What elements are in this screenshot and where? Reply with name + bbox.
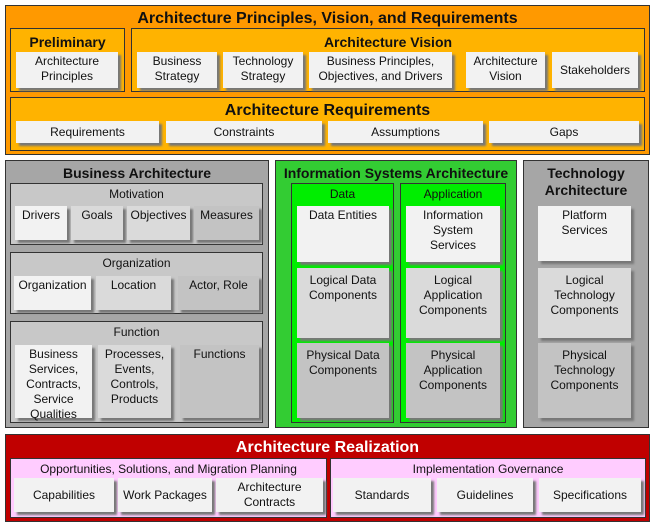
panel-title: Business Architecture: [62, 165, 212, 181]
box-physical-technology-components[interactable]: Physical Technology Components: [538, 343, 631, 418]
panel-title: Function: [113, 325, 160, 339]
box-measures[interactable]: Measures: [194, 206, 259, 240]
box-stakeholders[interactable]: Stakeholders: [552, 52, 638, 88]
panel-title: Technology Architecture: [544, 165, 628, 198]
panel-title: Architecture Requirements: [224, 102, 431, 119]
box-business-services[interactable]: Business Services, Contracts, Service Qu…: [15, 345, 92, 421]
box-logical-technology-components[interactable]: Logical Technology Components: [538, 268, 631, 338]
box-architecture-principles[interactable]: Architecture Principles: [16, 52, 118, 88]
box-processes[interactable]: Processes, Events, Controls, Products: [98, 345, 171, 418]
box-functions[interactable]: Functions: [180, 345, 259, 418]
box-objectives[interactable]: Objectives: [127, 206, 190, 240]
panel-title: Data: [329, 187, 356, 201]
box-assumptions[interactable]: Assumptions: [328, 121, 483, 143]
box-drivers[interactable]: Drivers: [15, 206, 67, 240]
box-constraints[interactable]: Constraints: [166, 121, 322, 143]
box-actor-role[interactable]: Actor, Role: [178, 276, 259, 310]
box-information-system-services[interactable]: Information System Services: [406, 206, 500, 262]
box-gaps[interactable]: Gaps: [489, 121, 639, 143]
panel-title: Architecture Principles, Vision, and Req…: [137, 10, 518, 27]
box-standards[interactable]: Standards: [333, 478, 431, 512]
box-technology-strategy[interactable]: Technology Strategy: [223, 52, 303, 88]
panel-title: Implementation Governance: [412, 462, 564, 476]
box-location[interactable]: Location: [96, 276, 171, 310]
box-organization[interactable]: Organization: [14, 276, 91, 310]
box-specifications[interactable]: Specifications: [539, 478, 641, 512]
box-business-strategy[interactable]: Business Strategy: [137, 52, 217, 88]
box-requirements[interactable]: Requirements: [16, 121, 159, 143]
panel-title: Information Systems Architecture: [283, 165, 509, 181]
box-architecture-contracts[interactable]: Architecture Contracts: [216, 478, 323, 512]
panel-title: Preliminary: [29, 34, 106, 50]
box-physical-application-components[interactable]: Physical Application Components: [406, 343, 500, 418]
panel-title: Architecture Vision: [323, 34, 453, 50]
box-business-principles[interactable]: Business Principles, Objectives, and Dri…: [309, 52, 452, 88]
box-data-entities[interactable]: Data Entities: [297, 206, 389, 262]
box-platform-services[interactable]: Platform Services: [538, 206, 631, 261]
box-physical-data-components[interactable]: Physical Data Components: [297, 343, 389, 418]
box-guidelines[interactable]: Guidelines: [437, 478, 533, 512]
panel-title: Motivation: [109, 187, 164, 201]
panel-title: Organization: [102, 256, 171, 270]
panel-title: Architecture Realization: [235, 439, 420, 456]
panel-title: Application: [423, 187, 483, 201]
box-capabilities[interactable]: Capabilities: [14, 478, 114, 512]
box-goals[interactable]: Goals: [71, 206, 123, 240]
box-logical-data-components[interactable]: Logical Data Components: [297, 268, 389, 338]
panel-title: Opportunities, Solutions, and Migration …: [40, 462, 297, 476]
box-logical-application-components[interactable]: Logical Application Components: [406, 268, 500, 338]
box-architecture-vision[interactable]: Architecture Vision: [466, 52, 545, 88]
box-work-packages[interactable]: Work Packages: [118, 478, 212, 512]
